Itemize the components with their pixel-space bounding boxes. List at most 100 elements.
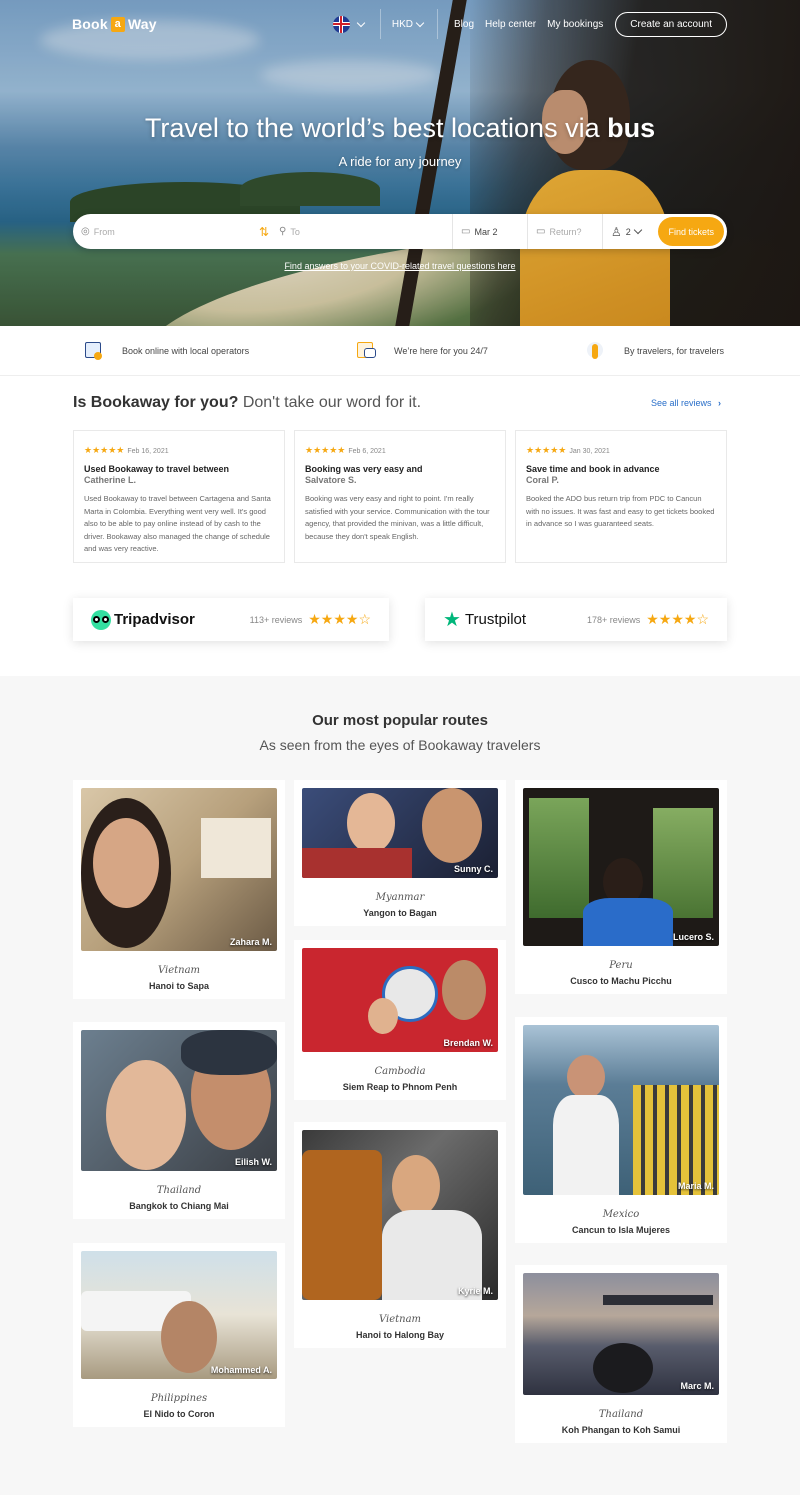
traveler-name: Mohammed A. (210, 1365, 272, 1375)
from-field[interactable]: ◎ From (73, 214, 253, 249)
reviews-heading-rest: Don't take our word for it. (242, 394, 422, 411)
route-card[interactable]: Eilish W. Thailand Bangkok to Chiang Mai (73, 1022, 285, 1219)
review-title: Used Bookaway to travel between (84, 464, 230, 474)
route-card[interactable]: Sunny C. Myanmar Yangon to Bagan (294, 780, 506, 926)
from-placeholder: From (93, 226, 115, 237)
route-photo: Brendan W. (302, 948, 498, 1052)
route-name: El Nido to Coron (143, 1409, 215, 1419)
route-photo: Eilish W. (81, 1030, 277, 1171)
review-stars: ★★★★★ (84, 445, 125, 455)
see-all-reviews-label: See all reviews (651, 398, 712, 408)
route-photo: Maria M. (523, 1025, 719, 1195)
logo-mark: a (110, 16, 125, 32)
review-author: Catherine L. (84, 475, 137, 485)
person-icon: ♙ (611, 224, 622, 239)
route-photo: Zahara M. (81, 788, 277, 951)
traveler-name: Zahara M. (229, 937, 272, 947)
nav-link-help-center[interactable]: Help center (485, 19, 536, 30)
departure-date-field[interactable]: ▭ Mar 2 (453, 214, 527, 249)
chevron-down-icon (633, 225, 643, 235)
route-country: Cambodia (374, 1066, 426, 1077)
traveler-name: Brendan W. (443, 1038, 493, 1048)
swap-button[interactable]: ⇅ (253, 214, 275, 249)
review-author: Salvatore S. (305, 475, 357, 485)
nav-divider (436, 9, 438, 39)
currency-selector[interactable]: HKD (391, 18, 425, 30)
route-name: Cancun to Isla Mujeres (571, 1225, 671, 1235)
rating-stars: ★★★★☆ (646, 611, 709, 628)
see-all-reviews-link[interactable]: See all reviews › (651, 398, 721, 408)
map-pin-icon: ⚲ (279, 226, 287, 237)
feature-item: Book online with local operators (80, 338, 249, 364)
review-count: 178+ reviews (586, 614, 641, 625)
traveler-name: Lucero S. (672, 932, 714, 942)
route-photo: Lucero S. (523, 788, 719, 946)
logo[interactable]: Book a Way (72, 16, 157, 32)
route-card[interactable]: Maria M. Mexico Cancun to Isla Mujeres (515, 1017, 727, 1243)
location-target-icon: ◎ (81, 226, 90, 237)
find-tickets-button[interactable]: Find tickets (658, 217, 724, 246)
route-country: Vietnam (157, 965, 201, 976)
route-country: Vietnam (378, 1314, 422, 1325)
tripadvisor-rating[interactable]: Tripadvisor 113+ reviews ★★★★☆ (73, 598, 389, 641)
traveler-icon (582, 338, 608, 364)
nav-link-blog[interactable]: Blog (454, 19, 474, 30)
route-card[interactable]: Zahara M. Vietnam Hanoi to Sapa (73, 780, 285, 999)
create-account-button[interactable]: Create an account (615, 11, 727, 37)
search-bar: ◎ From ⇅ ⚲ To ▭ Mar 2 ▭ Return? ♙ 2 Find… (73, 214, 727, 249)
routes-title: Our most popular routes (312, 712, 488, 729)
to-placeholder: To (290, 226, 300, 237)
route-card[interactable]: Brendan W. Cambodia Siem Reap to Phnom P… (294, 940, 506, 1100)
hero-title: Travel to the world’s best locations via… (0, 113, 800, 144)
review-body: Booking was very easy and right to point… (305, 494, 490, 541)
calendar-icon: ▭ (461, 226, 471, 237)
route-photo: Marc M. (523, 1273, 719, 1395)
route-card[interactable]: Lucero S. Peru Cusco to Machu Picchu (515, 780, 727, 994)
review-body: Booked the ADO bus return trip from PDC … (526, 494, 715, 528)
hero-title-text: Travel to the world’s best locations via (144, 113, 608, 143)
departure-date-value: Mar 2 (474, 226, 498, 237)
return-date-field[interactable]: ▭ Return? (528, 214, 602, 249)
language-selector[interactable] (332, 15, 366, 33)
covid-info-link[interactable]: Find answers to your COVID-related trave… (0, 261, 800, 271)
trustpilot-logo-text: Trustpilot (464, 611, 527, 628)
reviews-heading-bold: Is Bookaway for you? (73, 394, 239, 411)
reviews-heading: Is Bookaway for you? Don't take our word… (73, 394, 421, 412)
trustpilot-rating[interactable]: ★ Trustpilot 178+ reviews ★★★★☆ (425, 598, 727, 641)
route-name: Bangkok to Chiang Mai (129, 1201, 229, 1211)
review-title: Save time and book in advance (526, 464, 660, 474)
review-card[interactable]: ★★★★★ Jan 30, 2021 Save time and book in … (515, 430, 727, 563)
chevron-down-icon (415, 18, 425, 27)
review-stars: ★★★★★ (526, 445, 567, 455)
review-card[interactable]: ★★★★★ Feb 6, 2021 Booking was very easy a… (294, 430, 506, 563)
passengers-count: 2 (625, 226, 631, 237)
route-name: Yangon to Bagan (363, 908, 437, 918)
feature-label: We’re here for you 24/7 (394, 346, 488, 356)
review-card[interactable]: ★★★★★ Feb 16, 2021 Used Bookaway to trave… (73, 430, 285, 563)
tripadvisor-owl-icon (91, 609, 111, 630)
traveler-name: Maria M. (677, 1181, 714, 1191)
bus-ticket-icon (80, 338, 106, 364)
chevron-right-icon: › (718, 398, 722, 408)
route-photo: Kyrie M. (302, 1130, 498, 1300)
feature-item: By travelers, for travelers (582, 338, 724, 364)
currency-label: HKD (391, 18, 413, 30)
rating-empty-star: ☆ (358, 611, 371, 627)
traveler-name: Marc M. (680, 1381, 714, 1391)
nav-link-my-bookings[interactable]: My bookings (547, 19, 603, 30)
route-card[interactable]: Mohammed A. Philippines El Nido to Coron (73, 1243, 285, 1427)
route-country: Philippines (150, 1393, 208, 1404)
review-date: Jan 30, 2021 (569, 448, 610, 455)
swap-arrows-icon: ⇅ (258, 224, 270, 239)
route-card[interactable]: Kyrie M. Vietnam Hanoi to Halong Bay (294, 1122, 506, 1348)
route-card[interactable]: Marc M. Thailand Koh Phangan to Koh Samu… (515, 1265, 727, 1443)
features-strip: Book online with local operators We’re h… (0, 326, 800, 376)
support-chat-icon (352, 338, 378, 364)
review-count: 113+ reviews (249, 614, 303, 625)
traveler-name: Sunny C. (453, 864, 493, 874)
feature-label: By travelers, for travelers (624, 346, 725, 356)
passengers-selector[interactable]: ♙ 2 (603, 214, 649, 249)
rating-empty-star: ☆ (696, 611, 709, 627)
to-field[interactable]: ⚲ To (275, 214, 452, 249)
route-country: Peru (609, 960, 633, 971)
